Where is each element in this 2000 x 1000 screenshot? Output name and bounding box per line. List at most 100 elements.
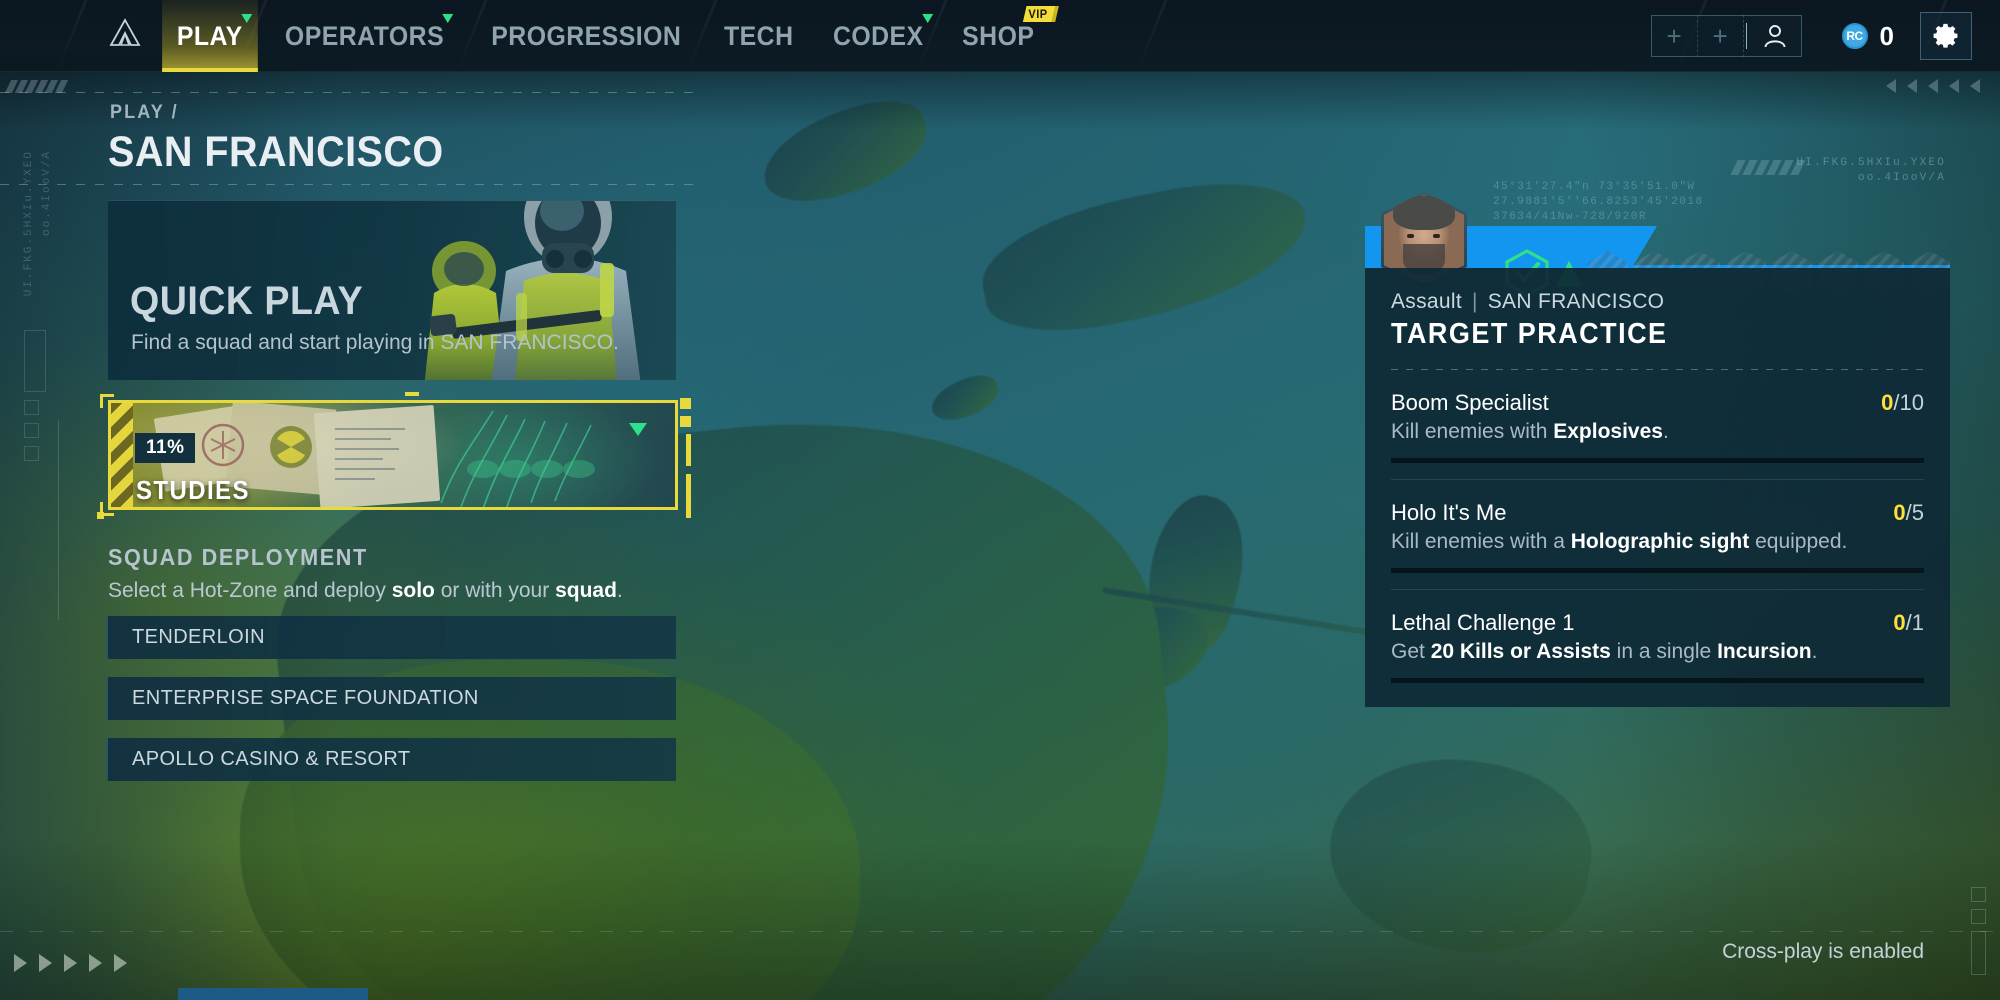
right-hud-code-line2: oo.4IooV/A bbox=[1857, 172, 1946, 184]
nav-item-codex[interactable]: CODEX bbox=[818, 0, 938, 72]
hotzone-label: TENDERLOIN bbox=[132, 626, 265, 648]
coords-line2: 27.9881'5''66.8253'45'2018 bbox=[1493, 196, 1704, 208]
challenge-description: Get 20 Kills or Assists in a single Incu… bbox=[1391, 640, 1924, 664]
breadcrumb[interactable]: PLAY / bbox=[110, 102, 690, 124]
desc-post: equipped. bbox=[1749, 530, 1848, 553]
challenge-count: 0/10 bbox=[1881, 390, 1924, 416]
meta-separator: | bbox=[1471, 290, 1478, 313]
mission-name: TARGET PRACTICE bbox=[1391, 318, 1668, 350]
desc-pre: Get bbox=[1391, 640, 1431, 663]
hotzone-tenderloin[interactable]: TENDERLOIN bbox=[106, 616, 676, 659]
nav-item-tech[interactable]: TECH bbox=[709, 0, 808, 72]
hotzone-label: APOLLO CASINO & RESORT bbox=[132, 748, 411, 770]
challenge-current: 0 bbox=[1893, 500, 1906, 525]
add-squad-slot-2-button[interactable]: + bbox=[1698, 15, 1744, 57]
studies-progress-percent: 11% bbox=[135, 433, 196, 463]
tick-bar-1 bbox=[686, 434, 691, 466]
nav-label: OPERATORS bbox=[284, 20, 444, 51]
challenge-description: Kill enemies with a Holographic sight eq… bbox=[1391, 530, 1924, 554]
right-hud-code-line1: UI.FKG.5HXIu.YXEO bbox=[1796, 157, 1946, 169]
operator-location: SAN FRANCISCO bbox=[1487, 290, 1665, 313]
challenge-title: Lethal Challenge 1 bbox=[1391, 610, 1575, 635]
triangle-emblem-icon[interactable] bbox=[108, 16, 142, 50]
top-navigation-bar: PLAY OPERATORS PROGRESSION TECH CODEX SH… bbox=[0, 0, 2000, 72]
desc-post: . bbox=[1811, 640, 1818, 663]
nav-label: CODEX bbox=[832, 20, 924, 51]
person-icon bbox=[1764, 25, 1785, 48]
sd-sub-mid: or with your bbox=[434, 579, 556, 602]
crossplay-status: Cross-play is enabled bbox=[1722, 940, 1924, 963]
hotzone-apollo-casino-resort[interactable]: APOLLO CASINO & RESORT bbox=[106, 738, 676, 781]
operator-class: Assault bbox=[1391, 290, 1462, 313]
hotzone-enterprise-space-foundation[interactable]: ENTERPRISE SPACE FOUNDATION bbox=[106, 677, 676, 720]
challenge-total: /1 bbox=[1905, 610, 1924, 635]
nav-item-play[interactable]: PLAY bbox=[162, 0, 258, 72]
challenge-total: /5 bbox=[1905, 500, 1924, 525]
nav-label: PLAY bbox=[176, 20, 243, 51]
nav-label: TECH bbox=[724, 20, 794, 51]
bottom-right-boxes-decoration bbox=[1971, 887, 1986, 982]
left-hud-boxes bbox=[24, 330, 46, 469]
sd-sub-post: . bbox=[616, 579, 623, 602]
quick-play-card[interactable]: QUICK PLAY Find a squad and start playin… bbox=[108, 200, 676, 380]
challenge-row[interactable]: Holo It's Me 0/5 Kill enemies with a Hol… bbox=[1391, 480, 1924, 590]
new-marker-icon bbox=[441, 14, 453, 23]
quick-play-title: QUICK PLAY bbox=[130, 279, 364, 323]
studies-banner[interactable]: 11% STUDIES bbox=[108, 400, 678, 510]
new-marker-icon bbox=[921, 14, 933, 23]
nav-label: PROGRESSION bbox=[490, 20, 681, 51]
nav-item-progression[interactable]: PROGRESSION bbox=[476, 0, 695, 72]
desc-bold: 20 Kills or Assists bbox=[1430, 640, 1611, 663]
left-hud-line bbox=[58, 420, 59, 620]
challenge-total: /10 bbox=[1893, 390, 1924, 415]
tick-square-1 bbox=[680, 398, 691, 409]
operator-header-bar bbox=[1365, 192, 1950, 297]
nav-item-operators[interactable]: OPERATORS bbox=[270, 0, 459, 72]
currency-display[interactable]: RC 0 bbox=[1841, 20, 1894, 52]
taskbar-strip bbox=[178, 988, 368, 1000]
nav-item-shop[interactable]: SHOP VIP bbox=[948, 0, 1059, 72]
squad-slots-group: + + bbox=[1650, 15, 1802, 57]
nav-items: PLAY OPERATORS PROGRESSION TECH CODEX SH… bbox=[158, 0, 1059, 72]
challenge-current: 0 bbox=[1893, 610, 1906, 635]
right-hud-code: UI.FKG.5HXIu.YXEO oo.4IooV/A bbox=[1796, 156, 1946, 186]
tick-top bbox=[405, 392, 419, 396]
sd-sub-pre: Select a Hot-Zone and deploy bbox=[108, 579, 392, 602]
squad-deployment-subtitle: Select a Hot-Zone and deploy solo or wit… bbox=[108, 579, 623, 603]
rc-coin-icon: RC bbox=[1841, 23, 1868, 49]
tick-square-2 bbox=[680, 416, 691, 427]
quick-play-subtitle: Find a squad and start playing in SAN FR… bbox=[131, 331, 619, 354]
challenge-progress-bar bbox=[1391, 458, 1924, 463]
challenge-row[interactable]: Lethal Challenge 1 0/1 Get 20 Kills or A… bbox=[1391, 590, 1924, 683]
studies-label: STUDIES bbox=[136, 475, 250, 505]
challenge-progress-bar bbox=[1391, 568, 1924, 573]
challenge-row[interactable]: Boom Specialist 0/10 Kill enemies with E… bbox=[1391, 370, 1924, 480]
operator-meta: Assault | SAN FRANCISCO bbox=[1391, 290, 1924, 314]
page-title: SAN FRANCISCO bbox=[108, 128, 444, 176]
squad-deployment-title: SQUAD DEPLOYMENT bbox=[108, 544, 368, 570]
settings-button[interactable] bbox=[1920, 12, 1972, 60]
add-squad-slot-1-button[interactable]: + bbox=[1652, 15, 1698, 57]
new-marker-icon bbox=[240, 14, 252, 23]
bottom-dashed-divider bbox=[0, 931, 2000, 932]
bottom-left-arrows-decoration bbox=[14, 954, 127, 972]
desc-post: . bbox=[1662, 420, 1669, 443]
tick-bar-2 bbox=[686, 474, 691, 518]
gear-icon bbox=[1933, 23, 1958, 48]
hotzone-label: ENTERPRISE SPACE FOUNDATION bbox=[132, 687, 479, 709]
currency-amount: 0 bbox=[1879, 20, 1894, 51]
profile-button[interactable] bbox=[1749, 15, 1801, 57]
chevron-down-icon[interactable] bbox=[629, 423, 647, 436]
play-left-panel: PLAY / SAN FRANCISCO QUICK PLAY Find a s… bbox=[0, 92, 720, 781]
challenge-count: 0/1 bbox=[1893, 610, 1924, 636]
coords-line3: 37634/41Nw-728/920R bbox=[1493, 211, 1647, 223]
sd-sub-squad: squad bbox=[555, 579, 617, 602]
challenge-title: Boom Specialist bbox=[1391, 390, 1549, 415]
sd-sub-solo: solo bbox=[391, 579, 435, 602]
topbar-right-cluster: + + RC 0 bbox=[1650, 0, 2000, 72]
desc-bold2: Incursion bbox=[1717, 640, 1812, 663]
challenge-current: 0 bbox=[1881, 390, 1894, 415]
coordinates-readout: 45°31'27.4"n 73°35'51.0"W 27.9881'5''66.… bbox=[1493, 180, 1704, 225]
corner-dot bbox=[97, 512, 104, 519]
nav-label: SHOP bbox=[962, 20, 1035, 51]
